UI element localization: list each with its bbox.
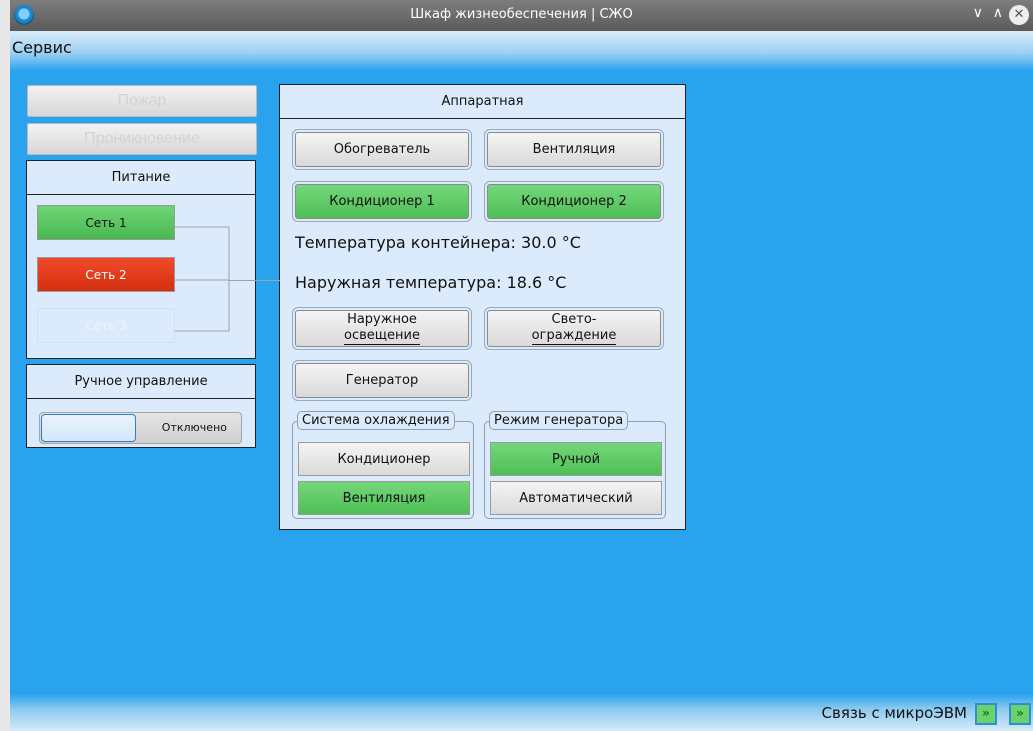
intrusion-button[interactable]: Проникновение: [27, 123, 257, 155]
gen-mode-manual-button[interactable]: Ручной: [490, 442, 662, 476]
toggle-state-label: Отключено: [161, 421, 227, 434]
manual-control-toggle[interactable]: Отключено: [39, 412, 242, 444]
menu-bar: Сервис: [10, 31, 1033, 71]
cooling-system-title: Система охлаждения: [297, 411, 455, 430]
outdoor-lighting-line1: Наружное: [347, 312, 417, 327]
barrier-lighting-line1: Свето-: [551, 312, 597, 327]
toggle-knob: [41, 414, 136, 442]
title-bar: Шкаф жизнеобеспечения | СЖО ∨ ∧ ✕: [10, 0, 1033, 31]
outside-temperature: Наружная температура: 18.6 °C: [295, 273, 567, 292]
manual-control-panel: Ручное управление Отключено: [26, 364, 256, 448]
cooling-vent-button[interactable]: Вентиляция: [298, 481, 470, 515]
net2-button[interactable]: Сеть 2: [37, 257, 175, 292]
link-indicator-1-icon: »: [975, 703, 997, 725]
hardware-panel-title: Аппаратная: [280, 85, 685, 119]
net1-button[interactable]: Сеть 1: [37, 205, 175, 240]
manual-control-title: Ручное управление: [27, 365, 255, 399]
microcomputer-link-label: Связь с микроЭВМ: [821, 704, 967, 722]
fire-button[interactable]: Пожар: [27, 85, 257, 117]
generator-mode-group: Режим генератора Ручной Автоматический: [484, 411, 666, 519]
close-icon[interactable]: ✕: [1009, 5, 1029, 25]
gen-mode-auto-button[interactable]: Автоматический: [490, 481, 662, 515]
net3-button[interactable]: Сеть 3: [37, 308, 175, 343]
link-indicator-2-icon: »: [1009, 703, 1031, 725]
heater-button[interactable]: Обогреватель: [295, 132, 469, 167]
barrier-lighting-button[interactable]: Свето- ограждение: [487, 310, 661, 347]
generator-button[interactable]: Генератор: [295, 363, 469, 398]
cooling-ac-button[interactable]: Кондиционер: [298, 442, 470, 476]
app-window: Шкаф жизнеобеспечения | СЖО ∨ ∧ ✕ Сервис…: [10, 0, 1033, 731]
cooling-system-group: Система охлаждения Кондиционер Вентиляци…: [292, 411, 474, 519]
chevron-down-icon[interactable]: ∨: [973, 5, 983, 21]
status-bar: Связь с микроЭВМ » »: [10, 694, 1033, 731]
window-title: Шкаф жизнеобеспечения | СЖО: [410, 7, 633, 22]
outdoor-lighting-button[interactable]: Наружное освещение: [295, 310, 469, 347]
chevron-up-icon[interactable]: ∧: [993, 5, 1003, 21]
panel-connector-line: [228, 280, 280, 281]
hardware-panel: Аппаратная Обогреватель Вентиляция Конди…: [279, 84, 686, 530]
outdoor-lighting-line2: освещение: [344, 328, 420, 345]
container-temperature: Температура контейнера: 30.0 °C: [295, 233, 581, 252]
ac1-button[interactable]: Кондиционер 1: [295, 184, 469, 219]
barrier-lighting-line2: ограждение: [531, 328, 617, 345]
ac2-button[interactable]: Кондиционер 2: [487, 184, 661, 219]
ventilation-button[interactable]: Вентиляция: [487, 132, 661, 167]
power-panel: Питание Сеть 1 Сеть 2 Сеть 3: [26, 160, 256, 359]
menu-service[interactable]: Сервис: [12, 38, 72, 57]
generator-mode-title: Режим генератора: [489, 411, 629, 430]
